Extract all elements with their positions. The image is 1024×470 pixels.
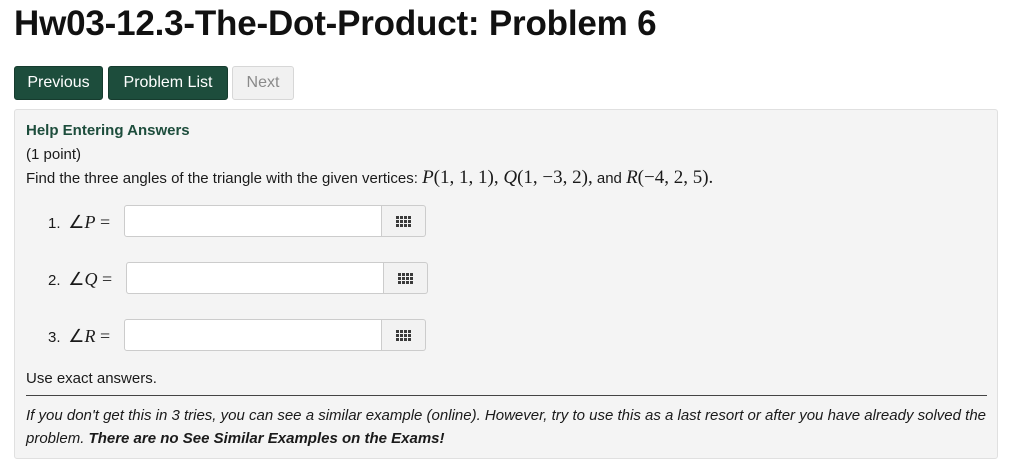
angle-p-input[interactable] xyxy=(124,205,382,237)
angle-q-input[interactable] xyxy=(126,262,384,294)
page-title: Hw03-12.3-The-Dot-Product: Problem 6 xyxy=(14,4,657,43)
problem-panel: Help Entering Answers (1 point) Find the… xyxy=(14,109,998,459)
conjunction-text: and xyxy=(596,170,622,187)
vertex-r: R(−4, 2, 5) xyxy=(626,167,709,188)
question-prompt: Find the three angles of the triangle wi… xyxy=(26,170,418,187)
instructions-text: Use exact answers. xyxy=(26,370,157,387)
vertex-q: Q(1, −3, 2) xyxy=(503,167,588,188)
question-text: Find the three angles of the triangle wi… xyxy=(26,167,714,188)
grid-icon xyxy=(396,329,411,341)
problem-list-button[interactable]: Problem List xyxy=(108,66,228,100)
equation-editor-button[interactable] xyxy=(384,262,428,294)
vertex-p: P(1, 1, 1) xyxy=(422,167,494,188)
equation-editor-button[interactable] xyxy=(382,205,426,237)
answer-label-p: 1. ∠P = xyxy=(48,212,111,232)
hint-text: If you don't get this in 3 tries, you ca… xyxy=(26,407,986,447)
answer-label-q: 2. ∠Q = xyxy=(48,269,113,289)
previous-button[interactable]: Previous xyxy=(14,66,103,100)
points-label: (1 point) xyxy=(26,146,82,163)
answer-label-r: 3. ∠R = xyxy=(48,326,111,346)
angle-r-input[interactable] xyxy=(124,319,382,351)
grid-icon xyxy=(396,215,411,227)
next-button[interactable]: Next xyxy=(232,66,294,100)
equation-editor-button[interactable] xyxy=(382,319,426,351)
grid-icon xyxy=(398,272,413,284)
help-entering-answers-link[interactable]: Help Entering Answers xyxy=(26,122,190,139)
hint-bold-text: There are no See Similar Examples on the… xyxy=(88,430,445,447)
divider xyxy=(26,395,987,396)
